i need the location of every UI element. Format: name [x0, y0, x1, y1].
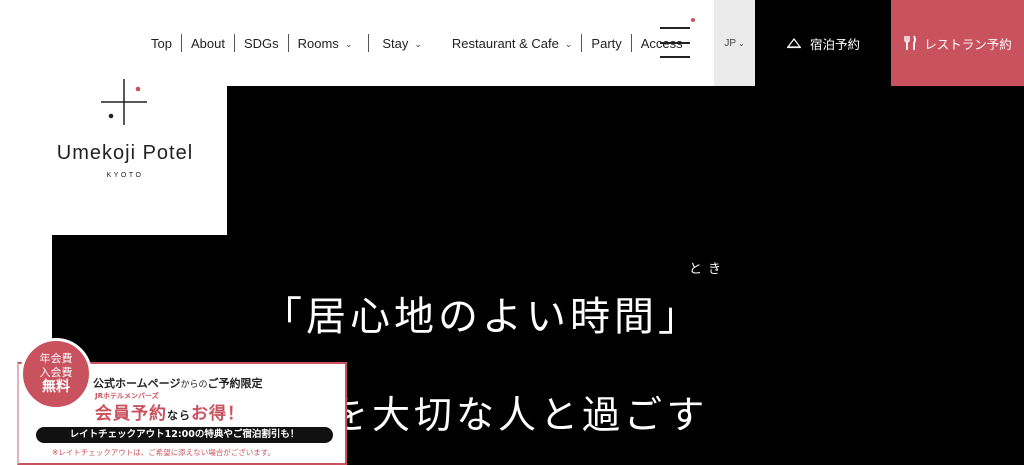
- logo-city: KYOTO: [106, 172, 144, 179]
- hamburger-menu-button[interactable]: [660, 18, 695, 62]
- restaurant-booking-label: レストラン予約: [924, 36, 1012, 52]
- promo-note: ※レイトチェックアウトは、ご希望に添えない場合がございます。: [52, 448, 276, 457]
- hero-headline: 「居心地のよい時間」: [262, 294, 702, 340]
- promo-main-c: お得！: [191, 404, 245, 424]
- hero-image-top: [227, 86, 1024, 236]
- nav-sdgs-label: SDGs: [243, 35, 279, 51]
- site-logo[interactable]: Umekoji Potel KYOTO: [0, 70, 227, 235]
- stay-booking-button[interactable]: 宿泊予約: [755, 0, 891, 86]
- promo-headline-a: 公式ホームページ: [93, 377, 181, 390]
- nav-about[interactable]: About: [182, 34, 235, 52]
- logo-mark-icon: [101, 79, 147, 125]
- promo-headline-b: からの: [180, 380, 208, 390]
- chevron-down-icon: ⌄: [414, 38, 422, 49]
- nav-restaurant-label: Restaurant & Cafe: [451, 35, 559, 51]
- nav-rooms[interactable]: Rooms ⌄: [289, 34, 370, 52]
- promo-headline-c: ご予約限定: [207, 377, 263, 390]
- promo-benefit-strip: レイトチェックアウト12:00の特典やご宿泊割引も！: [36, 427, 333, 443]
- nav-rooms-label: Rooms: [297, 35, 339, 51]
- nav-party[interactable]: Party: [582, 34, 632, 52]
- nav-about-label: About: [190, 35, 225, 51]
- promo-headline: 公式ホームページからのご予約限定: [93, 375, 262, 391]
- main-nav: Top About SDGs Rooms ⌄ Stay ⌄ Restaurant &…: [148, 28, 692, 58]
- promo-main: 会員予約ならお得！: [95, 399, 245, 424]
- notification-dot-icon: [691, 18, 695, 22]
- free-membership-badge: 年会費 入会費 無料: [20, 338, 92, 410]
- badge-line1: 年会費: [39, 352, 73, 365]
- promo-main-a: 会員予約: [95, 404, 167, 424]
- menu-bar-icon: [660, 56, 690, 58]
- nav-restaurant[interactable]: Restaurant & Cafe ⌄: [438, 34, 583, 52]
- badge-line3: 無料: [42, 379, 70, 395]
- menu-bar-icon: [660, 27, 690, 29]
- chevron-down-icon: ⌄: [737, 38, 745, 48]
- chevron-down-icon: ⌄: [564, 38, 573, 49]
- fork-knife-icon: [904, 35, 917, 50]
- nav-sdgs[interactable]: SDGs: [235, 34, 289, 52]
- restaurant-booking-button[interactable]: レストラン予約: [891, 0, 1024, 86]
- chevron-down-icon: ⌄: [344, 38, 353, 49]
- badge-line2: 入会費: [39, 366, 73, 379]
- hero-subheadline: を大切な人と過ごす: [330, 393, 709, 437]
- nav-stay-label: Stay: [382, 35, 409, 51]
- language-selector[interactable]: JP ⌄: [714, 0, 755, 86]
- nav-top-label: Top: [151, 35, 172, 51]
- logo-name: Umekoji Potel: [56, 142, 194, 164]
- language-label: JP: [724, 37, 736, 49]
- bell-icon: [786, 38, 802, 49]
- nav-stay[interactable]: Stay ⌄: [369, 34, 438, 52]
- nav-top[interactable]: Top: [148, 34, 182, 52]
- hero-ruby: とき: [689, 262, 728, 277]
- menu-bar-icon: [660, 42, 690, 44]
- nav-party-label: Party: [591, 35, 622, 51]
- stay-booking-label: 宿泊予約: [809, 36, 860, 52]
- promo-main-b: なら: [167, 409, 191, 422]
